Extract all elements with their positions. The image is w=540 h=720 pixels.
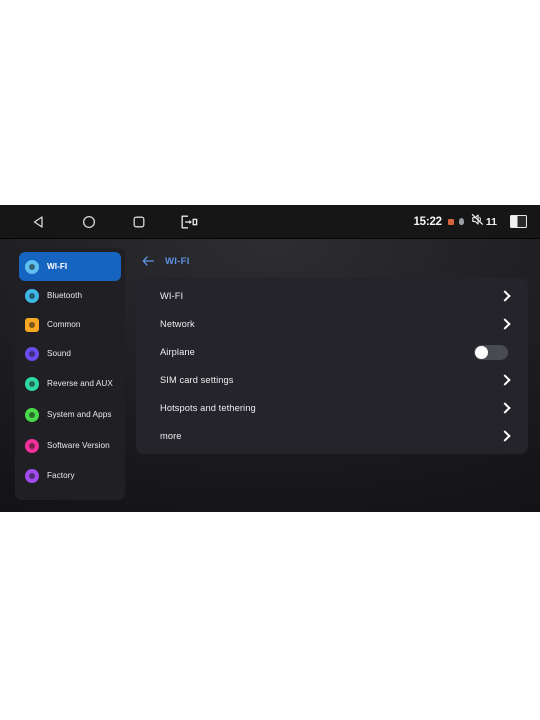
- chevron-right-icon[interactable]: [501, 374, 508, 386]
- list-item-control: [501, 430, 508, 442]
- settings-detail-pane: WI-FI WI-FI Network Airplane SIM card se…: [136, 248, 528, 500]
- list-item-control: [501, 402, 508, 414]
- sidebar-item-software-version[interactable]: Software Version: [19, 430, 121, 461]
- sidebar-item-reverse-and-aux[interactable]: Reverse and AUX: [19, 368, 121, 399]
- volume-muted-icon: [470, 212, 485, 232]
- navigation-buttons: [0, 205, 214, 239]
- sidebar-item-factory[interactable]: Factory: [19, 461, 121, 490]
- location-pin-icon: [458, 218, 464, 225]
- list-item-control: [474, 344, 508, 360]
- settings-sidebar: WI-FI Bluetooth Common Sound Reverse and: [15, 248, 125, 500]
- list-item-hotspots-and-tethering[interactable]: Hotspots and tethering: [136, 394, 528, 422]
- list-item-control: [501, 374, 508, 386]
- pane-header: WI-FI: [136, 248, 528, 274]
- list-item-sim-card-settings[interactable]: SIM card settings: [136, 366, 528, 394]
- info-icon: [25, 438, 39, 453]
- status-indicators: 15:22 11: [413, 212, 540, 232]
- list-item-control: [501, 290, 508, 302]
- list-item-network[interactable]: Network: [136, 310, 528, 338]
- triangle-left-icon: [31, 214, 47, 230]
- list-item-label: Network: [160, 319, 195, 329]
- sidebar-item-label: System and Apps: [47, 409, 112, 419]
- circle-icon: [81, 214, 97, 230]
- power-icon: [25, 468, 39, 483]
- chevron-right-icon[interactable]: [501, 402, 508, 414]
- device-screen: 15:22 11 WI-FI Bluetooth Common Sound Re…: [0, 205, 540, 512]
- list-item-label: Hotspots and tethering: [160, 403, 256, 413]
- list-item-label: SIM card settings: [160, 375, 234, 385]
- recents-button[interactable]: [114, 205, 164, 239]
- status-time: 15:22: [413, 215, 442, 228]
- reverse-icon: [25, 376, 39, 391]
- gear-icon: [25, 317, 39, 332]
- chevron-right-icon[interactable]: [501, 290, 508, 302]
- sidebar-item-label: Factory: [47, 470, 75, 480]
- orange-square-icon: [447, 218, 454, 225]
- back-button[interactable]: [14, 205, 64, 239]
- settings-content-area: WI-FI Bluetooth Common Sound Reverse and: [0, 239, 540, 512]
- list-item-label: Airplane: [160, 347, 195, 357]
- page-root: 15:22 11 WI-FI Bluetooth Common Sound Re…: [0, 0, 540, 720]
- list-item-wifi[interactable]: WI-FI: [136, 282, 528, 310]
- sidebar-item-label: WI-FI: [47, 261, 68, 271]
- sidebar-item-common[interactable]: Common: [19, 310, 121, 339]
- sidebar-item-label: Bluetooth: [47, 290, 83, 300]
- sidebar-item-label: Sound: [47, 348, 71, 358]
- toggle-knob: [475, 345, 488, 359]
- chevron-right-icon[interactable]: [501, 318, 508, 330]
- page-title: WI-FI: [165, 255, 190, 267]
- volume-level: 11: [485, 215, 497, 228]
- sidebar-item-label: Common: [47, 319, 81, 329]
- bluetooth-icon: [25, 288, 39, 303]
- list-item-control: [501, 318, 508, 330]
- list-item-airplane[interactable]: Airplane: [136, 338, 528, 366]
- chevron-right-icon[interactable]: [501, 430, 508, 442]
- home-button[interactable]: [64, 205, 114, 239]
- sidebar-item-sound[interactable]: Sound: [19, 339, 121, 368]
- list-item-label: WI-FI: [160, 291, 184, 301]
- sidebar-item-label: Software Version: [47, 440, 110, 450]
- list-item-more[interactable]: more: [136, 422, 528, 450]
- wifi-icon: [25, 259, 39, 274]
- airplane-mode-toggle[interactable]: [474, 344, 508, 360]
- square-icon: [131, 214, 147, 230]
- volume-indicator: 11: [470, 212, 497, 232]
- split-screen-button[interactable]: [164, 205, 214, 239]
- exit-box-arrow-icon: [179, 214, 199, 230]
- settings-list: WI-FI Network Airplane SIM card settings…: [136, 278, 528, 454]
- sidebar-item-wifi[interactable]: WI-FI: [19, 252, 121, 281]
- sidebar-item-bluetooth[interactable]: Bluetooth: [19, 281, 121, 310]
- sidebar-item-label: Reverse and AUX: [47, 378, 113, 388]
- arrow-left-icon[interactable]: [142, 255, 156, 267]
- sidebar-item-system-and-apps[interactable]: System and Apps: [19, 399, 121, 430]
- apps-icon: [25, 407, 39, 422]
- battery-half-icon: [510, 215, 527, 228]
- list-item-label: more: [160, 431, 182, 441]
- status-bar: 15:22 11: [0, 205, 540, 239]
- speaker-icon: [25, 346, 39, 361]
